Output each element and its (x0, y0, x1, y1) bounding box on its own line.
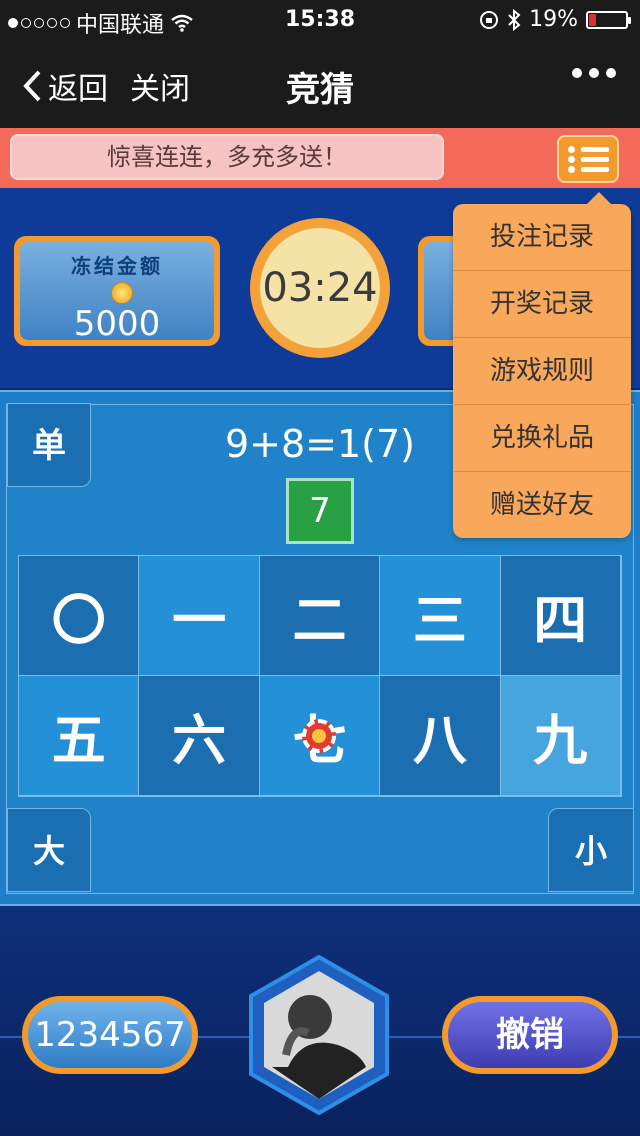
digit-cell-9[interactable]: 九 (500, 676, 621, 796)
frozen-amount-value: 5000 (73, 304, 161, 344)
frozen-amount-label: 冻结金额 (71, 254, 163, 278)
menu-item-gift-friends[interactable]: 赠送好友 (453, 472, 631, 538)
frozen-amount-panel: 冻结金额 5000 (14, 236, 220, 346)
rotation-lock-icon (480, 10, 499, 29)
menu-item-redeem-gifts[interactable]: 兑换礼品 (453, 405, 631, 472)
avatar[interactable] (248, 954, 390, 1116)
menu-button[interactable] (557, 135, 619, 183)
answer-badge: 7 (286, 478, 354, 544)
digit-cell-2[interactable]: 二 (259, 556, 381, 676)
number-grid: 〇 一 二 三 四 五 六 七 八 九 (18, 555, 622, 797)
status-bar: 中国联通 15:38 19% (0, 0, 640, 40)
bluetooth-icon (508, 8, 521, 31)
timer-value: 03:24 (260, 228, 380, 348)
menu-item-draw-history[interactable]: 开奖记录 (453, 271, 631, 338)
avatar-hexagon (249, 954, 389, 1116)
balance-value: 1234567 (28, 1002, 192, 1068)
small-bet-button[interactable]: 小 (548, 808, 634, 892)
coin-icon (111, 282, 133, 304)
digit-cell-8[interactable]: 八 (380, 676, 501, 796)
cancel-button[interactable]: 撤销 (442, 996, 618, 1074)
digit-cell-4[interactable]: 四 (500, 556, 621, 676)
big-bet-button[interactable]: 大 (7, 808, 91, 892)
balance-display: 1234567 (22, 996, 198, 1074)
promo-banner[interactable]: 惊喜连连，多充多送！ (10, 134, 444, 180)
digit-cell-1[interactable]: 一 (139, 556, 260, 676)
options-menu: 投注记录 开奖记录 游戏规则 兑换礼品 赠送好友 (453, 192, 631, 538)
more-button[interactable] (572, 68, 616, 78)
betting-chip-icon (302, 718, 337, 753)
digit-cell-5[interactable]: 五 (19, 676, 140, 796)
promo-bar: 惊喜连连，多充多送！ (0, 128, 640, 188)
odd-bet-button[interactable]: 单 (7, 403, 91, 487)
page-title: 竞猜 (286, 70, 354, 110)
countdown-timer: 03:24 (250, 218, 390, 358)
battery-icon (586, 10, 631, 29)
menu-item-bet-history[interactable]: 投注记录 (453, 204, 631, 271)
cancel-label: 撤销 (448, 1002, 612, 1068)
equation-text: 9+8=1(7) (224, 422, 416, 466)
menu-item-game-rules[interactable]: 游戏规则 (453, 338, 631, 405)
digit-cell-6[interactable]: 六 (139, 676, 260, 796)
digit-cell-0[interactable]: 〇 (19, 556, 140, 676)
digit-cell-7[interactable]: 七 (259, 676, 381, 796)
battery-percent: 19% (529, 7, 578, 32)
nav-bar: 返回 关闭 竞猜 (0, 40, 640, 128)
digit-cell-3[interactable]: 三 (380, 556, 501, 676)
